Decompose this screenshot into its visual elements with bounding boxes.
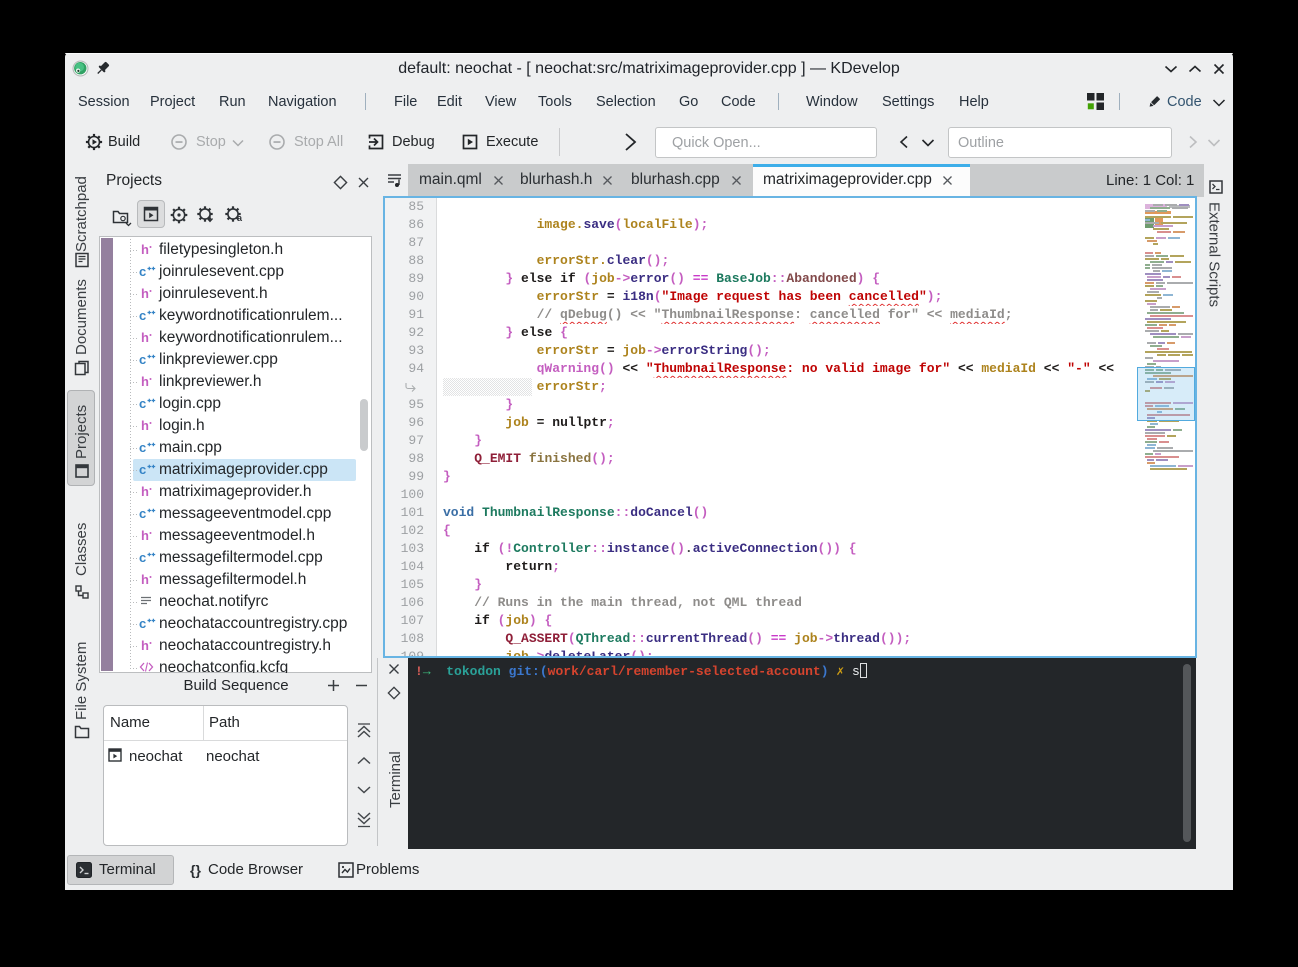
svg-text:{}: {} [190, 862, 201, 878]
